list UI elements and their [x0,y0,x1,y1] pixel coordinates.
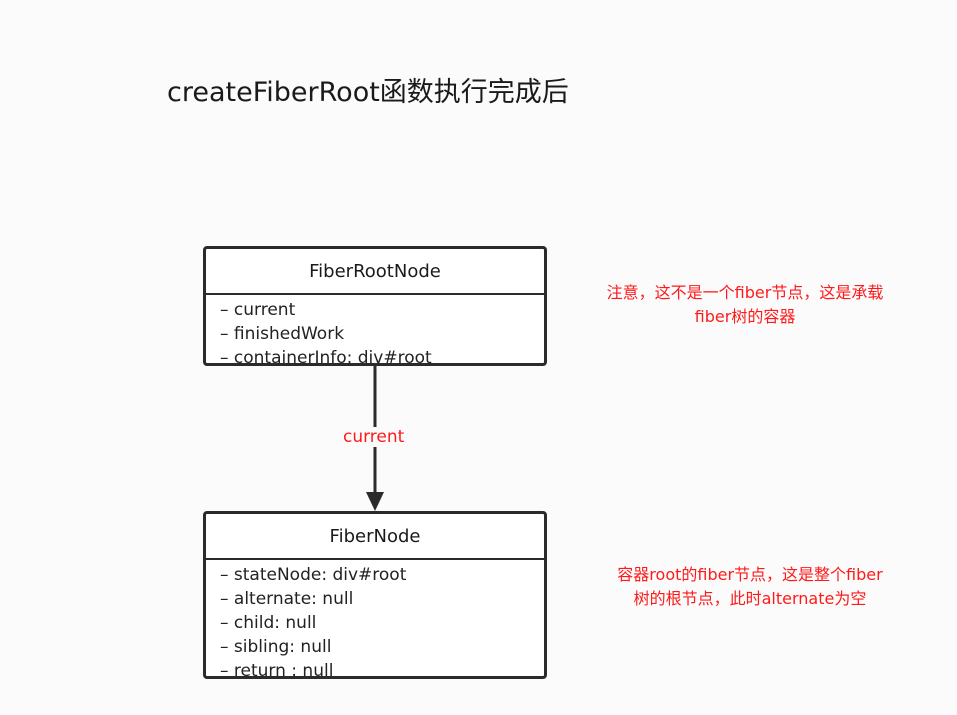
field-return: – return : null [220,661,334,681]
fiber-root-annotation-line: 注意，这不是一个fiber节点，这是承载 [606,283,884,302]
field-sibling: – sibling: null [220,637,332,657]
fiber-root-node-title: FiberRootNode [206,249,544,295]
fiber-node-annotation: 容器root的fiber节点，这是整个fiber 树的根节点，此时alterna… [575,563,925,611]
fiber-node-fields: – stateNode: div#root – alternate: null … [206,560,544,683]
field-child: – child: null [220,613,317,633]
field-container-info: – containerInfo: div#root [220,348,432,368]
fiber-node-box: FiberNode – stateNode: div#root – altern… [203,511,547,681]
field-alternate: – alternate: null [220,589,354,609]
arrow-head [366,492,384,511]
fiber-node-annotation-line: 树的根节点，此时alternate为空 [633,589,867,608]
fiber-root-annotation-line: fiber树的容器 [694,307,796,326]
fiber-root-annotation: 注意，这不是一个fiber节点，这是承载 fiber树的容器 [560,281,930,329]
field-state-node: – stateNode: div#root [220,565,407,585]
field-finished-work: – finishedWork [220,324,345,344]
field-current: – current [220,300,296,320]
fiber-root-node-fields: – current – finishedWork – containerInfo… [206,295,544,370]
fiber-node-title: FiberNode [206,514,544,560]
fiber-node-annotation-line: 容器root的fiber节点，这是整个fiber [617,565,883,584]
fiber-root-node-box: FiberRootNode – current – finishedWork –… [203,246,547,368]
edge-label-current: current [342,427,406,447]
